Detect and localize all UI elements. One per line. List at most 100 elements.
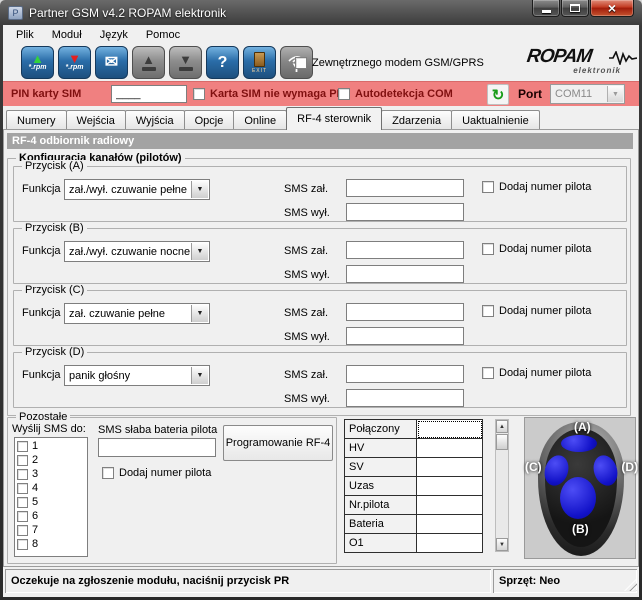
logo-sub-text: elektronik	[573, 66, 621, 75]
sms-off-label: SMS wył.	[284, 331, 330, 343]
window-title: Partner GSM v4.2 ROPAM elektronik	[29, 6, 226, 20]
tab-numery[interactable]: Numery	[6, 110, 67, 130]
channel-a-add-pilot-checkbox[interactable]	[482, 181, 494, 193]
autodetect-com-checkbox[interactable]	[338, 88, 350, 100]
channel-c-sms-off-input[interactable]	[346, 327, 464, 345]
status-table-scrollbar[interactable]: ▲ ▼	[495, 419, 509, 552]
send-settings-button[interactable]: ✉	[95, 46, 128, 79]
door-icon	[254, 52, 265, 67]
menu-modul[interactable]: Moduł	[43, 27, 91, 43]
channel-c-sms-on-input[interactable]	[346, 303, 464, 321]
table-cell-value[interactable]	[417, 458, 483, 477]
tab-wejscia[interactable]: Wejścia	[66, 110, 126, 130]
tab-strip: Numery Wejścia Wyjścia Opcje Online RF-4…	[3, 106, 639, 130]
scroll-down-button[interactable]: ▼	[496, 538, 508, 551]
program-rf4-button[interactable]: Programowanie RF-4	[223, 425, 333, 461]
channel-a-title: Przycisk (A)	[22, 160, 87, 172]
funkcja-label: Funkcja	[22, 369, 61, 381]
sms-number-item[interactable]: 6	[17, 509, 87, 523]
table-cell-value[interactable]	[417, 477, 483, 496]
save-rpm-button[interactable]: ▼ *.rpm	[58, 46, 91, 79]
table-cell-value[interactable]	[417, 496, 483, 515]
port-select[interactable]: COM11 ▼	[550, 84, 625, 104]
tab-wyjscia[interactable]: Wyjścia	[125, 110, 185, 130]
sms-number-item[interactable]: 7	[17, 523, 87, 537]
sms-number-checkbox[interactable]	[17, 525, 28, 536]
funkcja-label: Funkcja	[22, 183, 61, 195]
sms-number-item[interactable]: 4	[17, 481, 87, 495]
channel-b-function-select[interactable]: zał./wył. czuwanie nocne ▼	[64, 241, 210, 262]
pozostale-add-pilot-checkbox[interactable]	[102, 467, 114, 479]
low-battery-sms-input[interactable]	[98, 438, 216, 457]
sms-number-checkbox[interactable]	[17, 441, 28, 452]
scroll-up-button[interactable]: ▲	[496, 420, 508, 433]
channel-a-sms-off-input[interactable]	[346, 203, 464, 221]
channel-c-function-select[interactable]: zał. czuwanie pełne ▼	[64, 303, 210, 324]
menu-plik[interactable]: Plik	[7, 27, 43, 43]
sms-number-checkbox[interactable]	[17, 511, 28, 522]
resize-grip[interactable]	[624, 578, 637, 591]
table-cell-value[interactable]	[417, 420, 483, 439]
sms-number-item[interactable]: 1	[17, 439, 87, 453]
read-module-button[interactable]: ▲	[132, 46, 165, 79]
ropam-logo: ROPAM elektronik	[527, 47, 635, 79]
refresh-ports-button[interactable]: ↻	[487, 84, 509, 105]
sms-number-item[interactable]: 5	[17, 495, 87, 509]
open-rpm-button[interactable]: ▲ *.rpm	[21, 46, 54, 79]
status-bar: Oczekuje na zgłoszenie modułu, naciśnij …	[3, 569, 639, 595]
channel-d-add-pilot-checkbox[interactable]	[482, 367, 494, 379]
table-cell-value[interactable]	[417, 515, 483, 534]
exit-button[interactable]: EXIT	[243, 46, 276, 79]
rf4-tab-page: RF-4 odbiornik radiowy Konfiguracja kana…	[3, 129, 639, 567]
pin-input[interactable]	[111, 85, 187, 103]
sms-number-item[interactable]: 2	[17, 453, 87, 467]
channel-d-sms-off-input[interactable]	[346, 389, 464, 407]
channel-d-sms-on-input[interactable]	[346, 365, 464, 383]
keyfob-label-d: (D)	[621, 460, 638, 474]
table-row: Połączony	[345, 420, 483, 439]
add-pilot-label: Dodaj numer pilota	[499, 305, 591, 317]
minimize-button[interactable]	[532, 0, 560, 17]
tab-uaktualnienie[interactable]: Uaktualnienie	[451, 110, 540, 130]
sms-numbers-listbox[interactable]: 1 2 3 4 5 6 7 8	[14, 437, 88, 557]
channel-b-add-pilot-checkbox[interactable]	[482, 243, 494, 255]
scrollbar-thumb[interactable]	[496, 434, 508, 450]
table-cell-value[interactable]	[417, 534, 483, 553]
channel-a-function-select[interactable]: zał./wył. czuwanie pełne ▼	[64, 179, 210, 200]
add-pilot-label: Dodaj numer pilota	[499, 181, 591, 193]
menu-jezyk[interactable]: Język	[91, 27, 137, 43]
menu-bar: Plik Moduł Język Pomoc	[3, 25, 639, 45]
external-modem-checkbox[interactable]	[295, 57, 307, 69]
status-message: Oczekuje na zgłoszenie modułu, naciśnij …	[5, 569, 491, 593]
channel-d-function-select[interactable]: panik głośny ▼	[64, 365, 210, 386]
waveform-icon	[609, 51, 637, 65]
sms-number-checkbox[interactable]	[17, 455, 28, 466]
device-icon	[142, 67, 156, 71]
sms-number-checkbox[interactable]	[17, 469, 28, 480]
table-cell-value[interactable]	[417, 439, 483, 458]
channel-b-sms-on-input[interactable]	[346, 241, 464, 259]
channel-b-groupbox: Przycisk (B) Funkcja zał./wył. czuwanie …	[13, 228, 627, 284]
sms-on-label: SMS zał.	[284, 245, 328, 257]
channel-a-sms-on-input[interactable]	[346, 179, 464, 197]
tab-online[interactable]: Online	[233, 110, 287, 130]
tab-rf4-sterownik[interactable]: RF-4 sterownik	[286, 107, 382, 130]
sms-number-item[interactable]: 8	[17, 537, 87, 551]
close-button[interactable]: ×	[590, 0, 634, 17]
add-pilot-label: Dodaj numer pilota	[499, 243, 591, 255]
sms-number-item[interactable]: 3	[17, 467, 87, 481]
no-pin-checkbox[interactable]	[193, 88, 205, 100]
maximize-button[interactable]	[561, 0, 589, 17]
write-module-button[interactable]: ▼	[169, 46, 202, 79]
tab-opcje[interactable]: Opcje	[184, 110, 235, 130]
help-button[interactable]: ?	[206, 46, 239, 79]
menu-pomoc[interactable]: Pomoc	[137, 27, 189, 43]
channel-c-add-pilot-checkbox[interactable]	[482, 305, 494, 317]
app-icon: P	[8, 6, 23, 20]
sms-number-checkbox[interactable]	[17, 539, 28, 550]
tab-zdarzenia[interactable]: Zdarzenia	[381, 110, 452, 130]
sms-number-checkbox[interactable]	[17, 497, 28, 508]
sms-number-checkbox[interactable]	[17, 483, 28, 494]
title-bar[interactable]: P Partner GSM v4.2 ROPAM elektronik ×	[0, 0, 642, 25]
channel-b-sms-off-input[interactable]	[346, 265, 464, 283]
